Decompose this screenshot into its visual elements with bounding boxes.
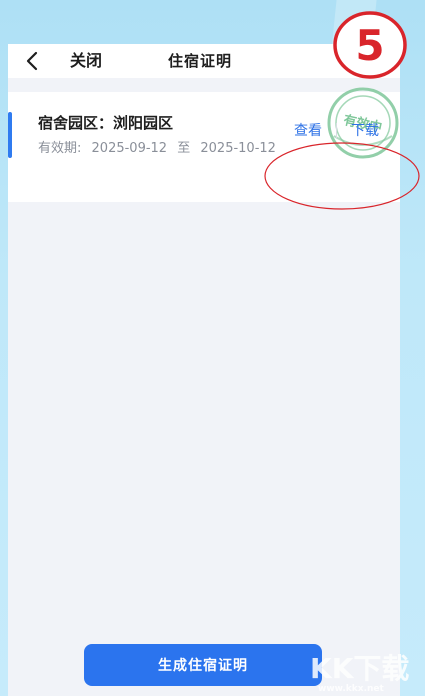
action-divider bbox=[336, 123, 337, 139]
page-title: 住宿证明 bbox=[168, 52, 233, 70]
watermark-logo-text: KK下载 bbox=[310, 652, 409, 685]
validity-label: 有效期: bbox=[38, 141, 82, 156]
annotation-ellipse bbox=[264, 142, 420, 210]
close-button[interactable]: 关闭 bbox=[70, 50, 102, 72]
card-accent-bar bbox=[8, 112, 12, 158]
generate-certificate-button[interactable]: 生成住宿证明 bbox=[84, 644, 322, 686]
download-button[interactable]: 下载 bbox=[351, 121, 379, 141]
validity-range-word: 至 bbox=[177, 141, 191, 156]
step-number: 5 bbox=[355, 21, 384, 70]
watermark-url: www.kkx.net bbox=[318, 684, 384, 694]
validity-start-date: 2025-09-12 bbox=[91, 141, 168, 156]
step-number-badge: 5 bbox=[333, 11, 407, 79]
view-button[interactable]: 查看 bbox=[294, 121, 322, 141]
back-arrow-icon[interactable] bbox=[22, 50, 44, 72]
dorm-park-title: 宿舍园区：浏阳园区 bbox=[38, 114, 174, 132]
validity-period: 有效期: 2025-09-12 至 2025-10-12 bbox=[38, 140, 282, 158]
